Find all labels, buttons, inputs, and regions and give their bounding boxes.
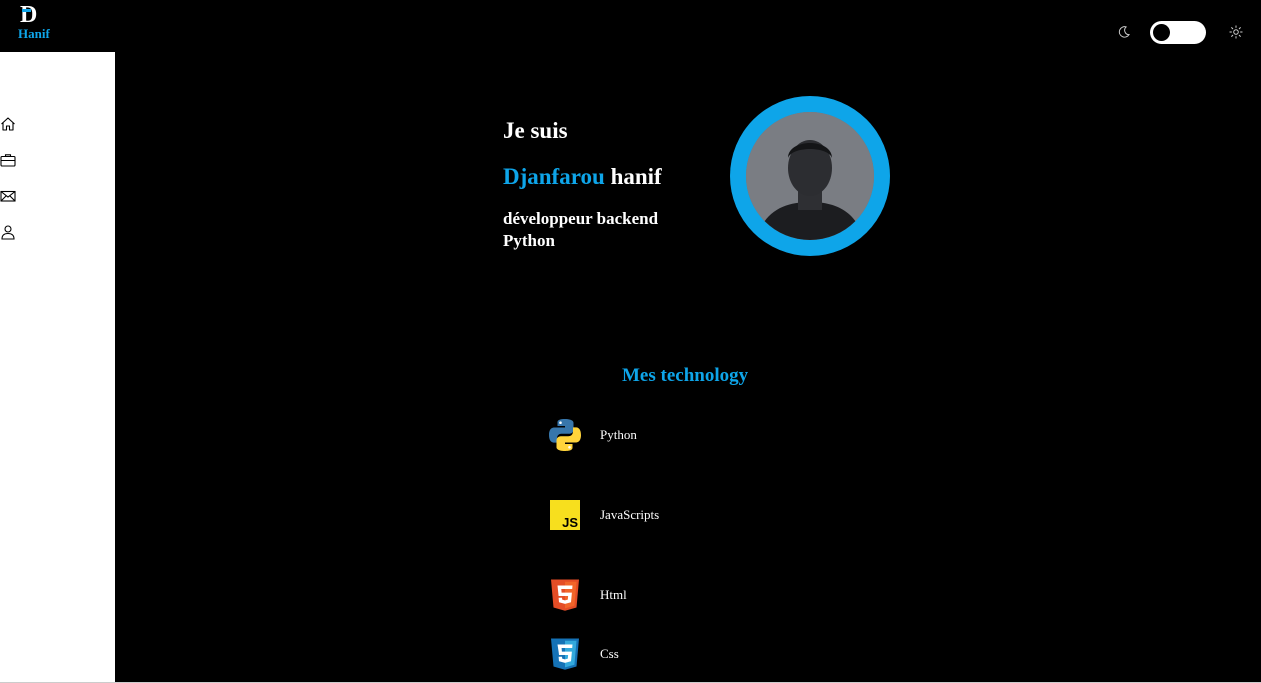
- tech-name: Html: [600, 587, 627, 602]
- tech-name: Python: [600, 427, 637, 442]
- first-name: Djanfarou: [503, 164, 605, 189]
- technologies-title: Mes technology: [622, 365, 749, 386]
- profile-portrait: [746, 112, 874, 240]
- home-icon[interactable]: [0, 116, 16, 132]
- logo-accent: [22, 9, 31, 12]
- logo[interactable]: D Hanif: [18, 2, 58, 46]
- javascript-logo-icon: JS: [550, 500, 580, 530]
- sun-icon[interactable]: [1229, 25, 1243, 39]
- tech-item-html: Html: [548, 578, 748, 612]
- tech-name: JavaScripts: [600, 507, 660, 522]
- profile-photo: [746, 112, 874, 240]
- tech-name: Css: [600, 646, 619, 661]
- role: développeur backend Python: [503, 209, 659, 250]
- name-line: Djanfarou hanif: [503, 160, 662, 194]
- html5-logo-icon: [551, 579, 579, 611]
- tech-item-css: Css: [548, 637, 748, 671]
- last-name: hanif: [610, 164, 662, 189]
- logo-text: Hanif: [18, 26, 50, 41]
- sidebar: [0, 52, 115, 682]
- greeting: Je suis: [503, 118, 568, 143]
- logo-letter: D: [20, 2, 38, 28]
- python-logo-icon: [549, 419, 581, 451]
- avatar: [730, 96, 890, 256]
- mail-icon[interactable]: [0, 188, 16, 204]
- briefcase-icon[interactable]: [0, 152, 16, 168]
- css3-logo-icon: [551, 638, 579, 670]
- tech-item-python: Python: [548, 418, 748, 452]
- header: D Hanif: [0, 0, 1261, 52]
- tech-item-javascript: JS JavaScripts: [548, 498, 748, 532]
- svg-text:JS: JS: [562, 515, 578, 530]
- user-icon[interactable]: [0, 224, 16, 240]
- toggle-knob: [1153, 24, 1170, 41]
- moon-icon[interactable]: [1117, 25, 1131, 39]
- theme-toggle[interactable]: [1150, 21, 1206, 44]
